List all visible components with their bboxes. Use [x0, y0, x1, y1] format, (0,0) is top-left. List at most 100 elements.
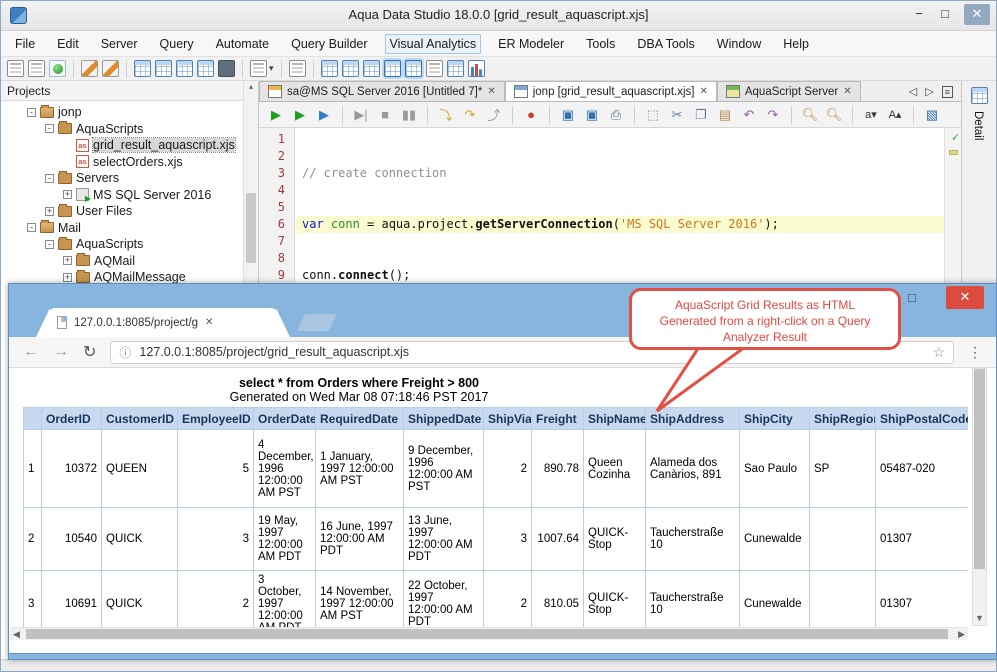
chart-icon[interactable]	[468, 60, 485, 77]
column-view-icon[interactable]	[363, 60, 380, 77]
maximize-icon[interactable]: □	[900, 289, 924, 307]
close-tab-icon[interactable]: ✕	[487, 86, 495, 97]
new-document-icon[interactable]	[250, 60, 267, 77]
step-over-icon[interactable]: ↷	[461, 107, 479, 123]
bookmark-star-icon[interactable]: ☆	[932, 344, 945, 361]
menu-file[interactable]: File	[15, 37, 35, 51]
maximize-icon[interactable]: □	[932, 4, 958, 25]
save-icon[interactable]: ▣	[559, 107, 577, 123]
menu-er-modeler[interactable]: ER Modeler	[498, 37, 564, 51]
browser-tab[interactable]: 127.0.0.1:8085/project/g ✕	[49, 308, 277, 337]
tab-grid-result-aquascript[interactable]: jonp [grid_result_aquascript.xjs]✕	[505, 81, 717, 101]
find-icon[interactable]: 🔍︎	[801, 107, 819, 123]
expander-icon[interactable]: +	[63, 190, 72, 199]
close-icon[interactable]: ✕	[946, 286, 984, 309]
pause-icon[interactable]: ▮▮	[400, 107, 418, 123]
tree-item-user-files[interactable]: +User Files	[1, 203, 258, 220]
back-icon[interactable]: ←	[23, 343, 39, 361]
expander-icon[interactable]: -	[45, 174, 54, 183]
scroll-down-icon[interactable]: ▼	[973, 611, 986, 625]
menu-edit[interactable]: Edit	[57, 37, 79, 51]
page-info-icon[interactable]: ⓘ	[119, 344, 131, 361]
copy-icon[interactable]: ❐	[692, 107, 710, 123]
close-tab-icon[interactable]: ✕	[843, 86, 851, 97]
grid-results-icon[interactable]	[384, 60, 401, 77]
tree-item-grid-result-aquascript[interactable]: asgrid_result_aquascript.xjs	[1, 137, 258, 154]
expander-icon[interactable]: -	[45, 240, 54, 249]
step-icon[interactable]: ▶|	[352, 107, 370, 123]
import-wizard-icon[interactable]	[81, 60, 98, 77]
save-all-icon[interactable]: ▣	[583, 107, 601, 123]
server-window-icon[interactable]	[218, 60, 235, 77]
decrease-font-icon[interactable]: a▾	[862, 108, 880, 121]
menu-visual-analytics[interactable]: Visual Analytics	[386, 35, 481, 53]
tree-item-aqmail[interactable]: +AQMail	[1, 253, 258, 270]
tree-item-mail[interactable]: -Mail	[1, 220, 258, 237]
prev-tab-icon[interactable]: ◁	[909, 85, 917, 98]
menu-dba-tools[interactable]: DBA Tools	[637, 37, 694, 51]
stop-icon[interactable]: ■	[376, 107, 394, 122]
horizontal-scrollbar[interactable]: ◀ ▶	[10, 627, 968, 640]
grid-view-icon[interactable]	[321, 60, 338, 77]
scrollbar-thumb[interactable]	[26, 629, 948, 639]
tree-item-selectorders[interactable]: asselectOrders.xjs	[1, 154, 258, 171]
tree-item-servers[interactable]: -Servers	[1, 170, 258, 187]
expander-icon[interactable]: +	[63, 256, 72, 265]
form-view-icon[interactable]	[342, 60, 359, 77]
run-icon[interactable]: ▶	[267, 107, 285, 123]
cut-icon[interactable]: ✂	[668, 107, 686, 123]
cascade-windows-icon[interactable]	[197, 60, 214, 77]
detail-grid-icon[interactable]	[971, 87, 988, 104]
expander-icon[interactable]: +	[45, 207, 54, 216]
tree-item-ms-sql-server[interactable]: +MS SQL Server 2016	[1, 187, 258, 204]
tab-untitled7[interactable]: sa@MS SQL Server 2016 [Untitled 7]*✕	[259, 81, 505, 101]
remove-project-icon[interactable]	[28, 60, 45, 77]
url-text[interactable]: 127.0.0.1:8085/project/grid_result_aquas…	[139, 345, 409, 359]
step-into-icon[interactable]: ⤵	[437, 105, 455, 124]
select-icon[interactable]: ⬚	[644, 107, 662, 123]
paste-icon[interactable]: ▤	[716, 107, 734, 123]
expander-icon[interactable]: -	[45, 124, 54, 133]
tree-item-aquascripts[interactable]: -AquaScripts	[1, 121, 258, 138]
breakpoint-icon[interactable]: ●	[522, 107, 540, 122]
increase-font-icon[interactable]: A▴	[886, 108, 904, 121]
next-tab-icon[interactable]: ▷	[925, 85, 933, 98]
text-results-icon[interactable]	[426, 60, 443, 77]
options-panel-icon[interactable]: ▧	[923, 107, 941, 123]
expander-icon[interactable]: +	[63, 273, 72, 282]
tree-item-mail-aquascripts[interactable]: -AquaScripts	[1, 236, 258, 253]
script-icon[interactable]	[289, 60, 306, 77]
org-chart-icon[interactable]	[447, 60, 464, 77]
menu-query-builder[interactable]: Query Builder	[291, 37, 367, 51]
menu-tools[interactable]: Tools	[586, 37, 615, 51]
menu-server[interactable]: Server	[101, 37, 138, 51]
print-icon[interactable]: ⎙	[607, 107, 625, 123]
schema-wizard-icon[interactable]	[102, 60, 119, 77]
menu-query[interactable]: Query	[160, 37, 194, 51]
vertical-scrollbar[interactable]: ▼	[972, 368, 987, 626]
scroll-right-icon[interactable]: ▶	[958, 628, 965, 641]
forward-icon[interactable]: →	[53, 343, 69, 361]
close-icon[interactable]: ✕	[964, 4, 990, 25]
detail-tab[interactable]: Detail	[972, 111, 984, 140]
run-in-browser-icon[interactable]: ▶	[315, 107, 333, 123]
step-out-icon[interactable]: ⤴	[485, 105, 503, 124]
pivot-grid-icon[interactable]	[405, 60, 422, 77]
scroll-left-icon[interactable]: ◀	[13, 628, 20, 641]
query-window-icon[interactable]	[155, 60, 172, 77]
query-analyzer-icon[interactable]	[134, 60, 151, 77]
menu-help[interactable]: Help	[783, 37, 809, 51]
browser-menu-icon[interactable]: ⋮	[968, 344, 982, 361]
tree-item-jonp[interactable]: -jonp	[1, 104, 258, 121]
tab-aquascript-server[interactable]: AquaScript Server✕	[717, 81, 861, 101]
new-project-icon[interactable]	[7, 60, 24, 77]
close-tab-icon[interactable]: ✕	[205, 317, 213, 328]
find-replace-icon[interactable]: 🔍︎	[825, 107, 843, 123]
expander-icon[interactable]: -	[27, 108, 36, 117]
scrollbar-thumb[interactable]	[974, 369, 985, 569]
reload-icon[interactable]: ↻	[83, 342, 96, 362]
tab-list-icon[interactable]: ≡	[942, 86, 953, 98]
connect-server-icon[interactable]	[49, 60, 66, 77]
run-with-options-icon[interactable]: ▶	[291, 107, 309, 123]
redo-icon[interactable]: ↷	[764, 107, 782, 123]
